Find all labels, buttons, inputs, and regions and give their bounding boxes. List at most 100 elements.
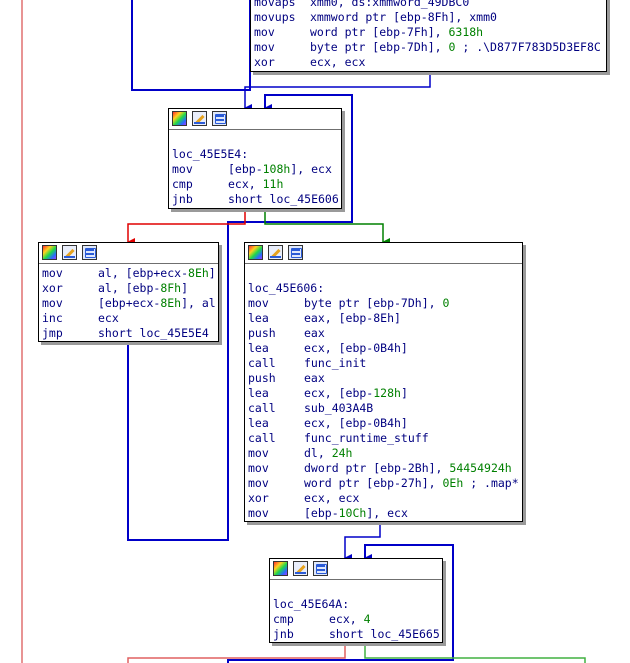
instruction-mnemonic: call [248,356,276,370]
instruction-line[interactable]: mov al, [ebp+ecx-8Eh] [42,266,216,281]
block-label[interactable]: loc_45E5E4: [172,147,338,162]
instruction-line[interactable]: mov [ebp-108h], ecx [172,162,338,177]
edge-top-loop [131,0,251,91]
instruction-mnemonic: xor [42,281,63,295]
instruction-line[interactable]: mov dword ptr [ebp-2Bh], 54454924h [248,461,519,476]
instruction-line[interactable]: mov word ptr [ebp-7Fh], 6318h [254,25,603,40]
instruction-line[interactable]: cmp ecx, 11h [172,177,338,192]
instruction-operand: ecx, ecx [304,491,360,505]
code-block-loc-45e5e4[interactable]: loc_45E5E4: mov [ebp-108h], ecx cmp ecx, 11h… [168,108,342,209]
color-palette-icon[interactable] [248,245,263,260]
code-block-body: movaps xmm0, ds:xmmword_49DBC0 movups xmmwo… [251,0,606,72]
color-palette-icon[interactable] [273,561,288,576]
code-block-loc-45e606[interactable]: loc_45E606: mov byte ptr [ebp-7Dh], 0 lea ea… [244,242,523,522]
color-palette-icon[interactable] [42,245,57,260]
instruction-operand: ] [181,281,189,295]
instruction-operand: [ebp- [228,162,263,176]
instruction-mnemonic: call [248,431,276,445]
instruction-line[interactable]: push eax [248,326,519,341]
instruction-line[interactable]: movups xmmword ptr [ebp-8Fh], xmm0 [254,10,603,25]
instruction-operand: dword ptr [ebp-2Bh], [304,461,450,475]
instruction-line[interactable]: mov byte ptr [ebp-7Dh], 0 ; .\D877F783D5D… [254,40,603,55]
instruction-line[interactable]: push eax [248,371,519,386]
instruction-line[interactable]: lea eax, [ebp-8Eh] [248,311,519,326]
node-header [39,243,218,264]
graph-overview-icon[interactable] [288,245,303,260]
instruction-mnemonic: cmp [273,612,294,626]
edge-loc2-to-loc3 [344,522,381,562]
instruction-mnemonic: lea [248,386,269,400]
instruction-operand: ecx, [ebp-0B4h] [304,341,408,355]
instruction-line[interactable]: lea ecx, [ebp-0B4h] [248,416,519,431]
instruction-operand: ] [400,386,408,400]
instruction-line[interactable]: call sub_403A4B [248,401,519,416]
instruction-line[interactable]: lea ecx, [ebp-0B4h] [248,341,519,356]
instruction-operand: eax [304,326,325,340]
instruction-immediate: 8Eh [188,266,209,280]
instruction-line[interactable]: jnb short loc_45E665 [273,627,440,642]
graph-overview-icon[interactable] [313,561,328,576]
instruction-mnemonic: mov [42,266,63,280]
instruction-line[interactable]: xor ecx, ecx [254,55,603,70]
instruction-line[interactable]: mov word ptr [ebp-27h], 0Eh ; .map* [248,476,519,491]
instruction-line[interactable]: call func_init [248,356,519,371]
graph-overview-icon[interactable] [212,111,227,126]
instruction-line[interactable]: mov byte ptr [ebp-7Dh], 0 [248,296,519,311]
instruction-immediate: 6318h [448,25,484,39]
instruction-operand: eax, [ebp-8Eh] [304,311,401,325]
instruction-line[interactable]: movaps xmm0, ds:xmmword_49DBC0 [254,0,603,10]
graph-overview-icon[interactable] [82,245,97,260]
edit-node-icon[interactable] [62,245,77,260]
instruction-mnemonic: cmp [172,177,193,191]
block-label[interactable]: loc_45E64A: [273,597,439,612]
instruction-operand: ecx, [ebp- [304,386,374,400]
instruction-operand: ; .\D877F783D5D3EF8C [455,40,601,54]
instruction-operand: func_init [304,356,367,370]
node-header [169,109,341,130]
instruction-mnemonic: mov [248,476,269,490]
instruction-mnemonic: mov [248,446,269,460]
instruction-mnemonic: jmp [42,326,63,340]
instruction-mnemonic: call [248,401,276,415]
edge-loc1-to-loc2 [264,209,390,246]
instruction-line[interactable]: jnb short loc_45E606 [172,192,339,207]
instruction-mnemonic: xor [248,491,269,505]
instruction-operand: func_runtime_stuff [304,431,429,445]
instruction-mnemonic: inc [42,311,63,325]
code-block-top[interactable]: movaps xmm0, ds:xmmword_49DBC0 movups xmmwo… [250,0,607,72]
code-block-body: loc_45E606: mov byte ptr [ebp-7Dh], 0 lea ea… [245,264,522,523]
instruction-operand: word ptr [ebp-27h], [304,476,443,490]
instruction-operand: xmm0, ds:xmmword_49DBC0 [310,0,470,9]
instruction-mnemonic: mov [254,40,275,54]
instruction-line[interactable]: xor ecx, ecx [248,491,519,506]
instruction-operand: byte ptr [ebp-7Dh], [304,296,443,310]
instruction-immediate: 0Eh [442,476,464,490]
code-block-loc-45e64a[interactable]: loc_45E64A: cmp ecx, 4 jnb short loc_45E665 [269,558,443,643]
color-palette-icon[interactable] [172,111,187,126]
instruction-line[interactable]: lea ecx, [ebp-128h] [248,386,519,401]
instruction-immediate: 54454924h [449,461,512,475]
instruction-operand: dl, [304,446,332,460]
instruction-operand: ecx [98,311,119,325]
instruction-operand: ], ecx [366,506,408,520]
instruction-line[interactable]: mov [ebp-10Ch], ecx [248,506,519,521]
edit-node-icon[interactable] [192,111,207,126]
edit-node-icon[interactable] [293,561,308,576]
instruction-line[interactable]: mov [ebp+ecx-8Eh], al [42,296,216,311]
instruction-line[interactable]: jmp short loc_45E5E4 [42,326,215,341]
instruction-operand: eax [304,371,325,385]
instruction-mnemonic: mov [248,296,269,310]
instruction-immediate: 24h [331,446,353,460]
instruction-immediate: 10Ch [338,506,367,520]
block-label[interactable]: loc_45E606: [248,281,519,296]
instruction-line[interactable]: xor al, [ebp-8Fh] [42,281,215,296]
instruction-line[interactable]: inc ecx [42,311,215,326]
code-block-xor-loop[interactable]: mov al, [ebp+ecx-8Eh] xor al, [ebp-8Fh] mov[… [38,242,219,342]
instruction-immediate: 0 [442,296,450,310]
instruction-line[interactable]: mov dl, 24h [248,446,519,461]
edit-node-icon[interactable] [268,245,283,260]
instruction-line[interactable]: call func_runtime_stuff [248,431,519,446]
instruction-line[interactable]: cmp ecx, 4 [273,612,439,627]
instruction-operand: word ptr [ebp-7Fh], [310,25,449,39]
